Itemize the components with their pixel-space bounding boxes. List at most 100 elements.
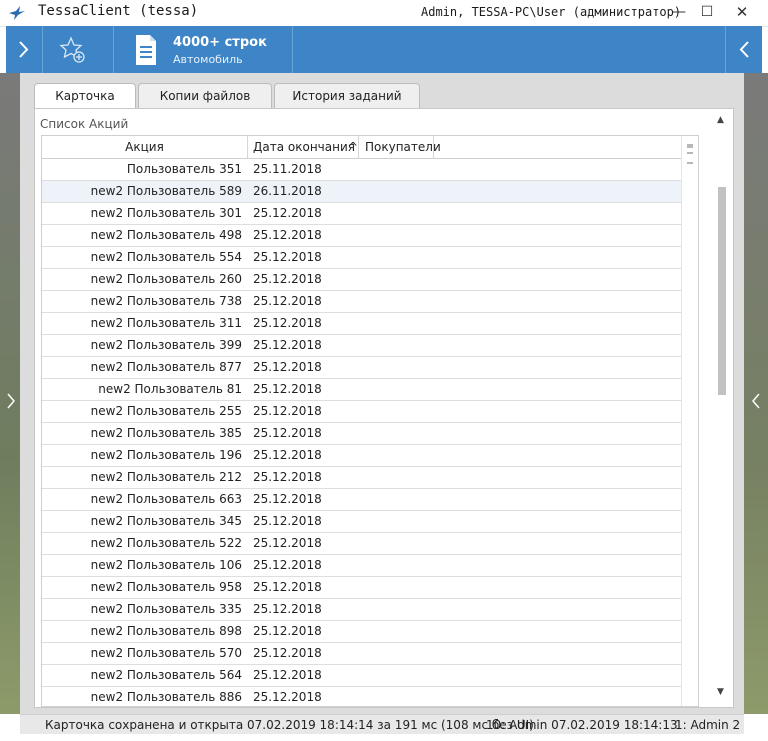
table-row[interactable]: new2 Пользователь 663 25.12.2018 [42, 489, 682, 511]
cell-end-date: 25.11.2018 [253, 162, 322, 176]
cell-action: new2 Пользователь 399 [90, 338, 242, 352]
tab-task-history[interactable]: История заданий [274, 83, 420, 108]
table-row[interactable]: new2 Пользователь 260 25.12.2018 [42, 269, 682, 291]
panel-scroll-thumb[interactable] [718, 187, 726, 395]
cell-action: new2 Пользователь 385 [90, 426, 242, 440]
star-add-icon [59, 36, 85, 63]
table-row[interactable]: new2 Пользователь 212 25.12.2018 [42, 467, 682, 489]
table-row[interactable]: new2 Пользователь 522 25.12.2018 [42, 533, 682, 555]
cell-end-date: 25.12.2018 [253, 228, 322, 242]
chevron-right-icon [7, 393, 15, 409]
card-info: 4000+ строк Автомобиль [114, 26, 293, 73]
cell-action: new2 Пользователь 570 [90, 646, 242, 660]
table-header: Акция Дата окончания ^ Покупатели [42, 136, 698, 159]
cell-end-date: 25.12.2018 [253, 426, 322, 440]
tessa-bird-icon [9, 6, 25, 20]
cell-action: new2 Пользователь 212 [90, 470, 242, 484]
minimize-button[interactable]: — [669, 3, 689, 21]
table-row[interactable]: Пользователь 351 25.11.2018 [42, 159, 682, 181]
status-session: 10: Admin 07.02.2019 18:14:13 [486, 718, 678, 732]
cell-action: new2 Пользователь 564 [90, 668, 242, 682]
column-header-buyers[interactable]: Покупатели [360, 136, 441, 158]
status-bar: Карточка сохранена и открыта 07.02.2019 … [20, 714, 744, 735]
cell-action: new2 Пользователь 738 [90, 294, 242, 308]
cell-end-date: 25.12.2018 [253, 250, 322, 264]
scroll-up-icon[interactable]: ▲ [717, 115, 724, 125]
table-row[interactable]: new2 Пользователь 106 25.12.2018 [42, 555, 682, 577]
table-row[interactable]: new2 Пользователь 877 25.12.2018 [42, 357, 682, 379]
cell-action: new2 Пользователь 106 [90, 558, 242, 572]
right-panel-toggle-button[interactable] [725, 26, 762, 73]
table-row[interactable]: new2 Пользователь 385 25.12.2018 [42, 423, 682, 445]
cell-end-date: 25.12.2018 [253, 492, 322, 506]
table-row[interactable]: new2 Пользователь 498 25.12.2018 [42, 225, 682, 247]
cell-action: new2 Пользователь 335 [90, 602, 242, 616]
chevron-right-icon [19, 41, 29, 58]
table-row[interactable]: new2 Пользователь 554 25.12.2018 [42, 247, 682, 269]
table-row[interactable]: new2 Пользователь 81 25.12.2018 [42, 379, 682, 401]
cell-action: Пользователь 351 [126, 162, 242, 176]
table-row[interactable]: new2 Пользователь 738 25.12.2018 [42, 291, 682, 313]
status-connection: 1: Admin 2 [675, 718, 741, 732]
table-row[interactable]: new2 Пользователь 345 25.12.2018 [42, 511, 682, 533]
left-panel-toggle-button[interactable] [6, 26, 43, 73]
left-side-panel[interactable] [0, 73, 20, 714]
cell-action: new2 Пользователь 196 [90, 448, 242, 462]
table-row[interactable]: new2 Пользователь 898 25.12.2018 [42, 621, 682, 643]
panel-scrollbar[interactable]: ▲ ▼ [711, 109, 733, 707]
cell-action: new2 Пользователь 554 [90, 250, 242, 264]
cell-action: new2 Пользователь 898 [90, 624, 242, 638]
table-row[interactable]: new2 Пользователь 570 25.12.2018 [42, 643, 682, 665]
cell-end-date: 25.12.2018 [253, 602, 322, 616]
cell-end-date: 25.12.2018 [253, 536, 322, 550]
cell-end-date: 25.12.2018 [253, 558, 322, 572]
table-row[interactable]: new2 Пользователь 564 25.12.2018 [42, 665, 682, 687]
card-ribbon: 4000+ строк Автомобиль [6, 26, 762, 73]
table-row[interactable]: new2 Пользователь 886 25.12.2018 [42, 687, 682, 706]
chevron-left-icon [752, 393, 760, 409]
table-row[interactable]: new2 Пользователь 958 25.12.2018 [42, 577, 682, 599]
cell-end-date: 25.12.2018 [253, 448, 322, 462]
card-title: 4000+ строк [173, 35, 267, 50]
cell-end-date: 26.11.2018 [253, 184, 322, 198]
cell-end-date: 25.12.2018 [253, 338, 322, 352]
cell-end-date: 25.12.2018 [253, 514, 322, 528]
cell-action: new2 Пользователь 877 [90, 360, 242, 374]
column-header-end-date[interactable]: Дата окончания ^ [248, 136, 359, 158]
card-panel: Список Акций Акция Дата окончания ^ Поку… [34, 108, 734, 708]
table-row[interactable]: new2 Пользователь 196 25.12.2018 [42, 445, 682, 467]
cell-action: new2 Пользователь 958 [90, 580, 242, 594]
table-row[interactable]: new2 Пользователь 589 26.11.2018 [42, 181, 682, 203]
right-side-panel[interactable] [744, 73, 768, 714]
table-scroll-grip[interactable] [687, 144, 693, 164]
document-icon [136, 35, 156, 65]
column-header-action[interactable]: Акция [42, 136, 248, 158]
close-button[interactable]: ✕ [732, 3, 752, 21]
cell-action: new2 Пользователь 81 [98, 382, 242, 396]
cell-end-date: 25.12.2018 [253, 316, 322, 330]
add-to-favorites-button[interactable] [43, 26, 114, 73]
card-content: Карточка Копии файлов История заданий Сп… [20, 73, 744, 714]
table-scrollbar[interactable] [681, 136, 698, 706]
list-title: Список Акций [40, 117, 129, 131]
status-message: Карточка сохранена и открыта 07.02.2019 … [45, 718, 534, 732]
scroll-down-icon[interactable]: ▼ [717, 687, 724, 697]
window-titlebar: TessaClient (tessa) Admin, TESSA-PC\User… [0, 0, 768, 27]
table-row[interactable]: new2 Пользователь 399 25.12.2018 [42, 335, 682, 357]
table-row[interactable]: new2 Пользователь 255 25.12.2018 [42, 401, 682, 423]
maximize-button[interactable]: ☐ [697, 3, 717, 21]
tab-file-copies[interactable]: Копии файлов [138, 83, 272, 108]
cell-action: new2 Пользователь 886 [90, 690, 242, 704]
cell-action: new2 Пользователь 498 [90, 228, 242, 242]
cell-end-date: 25.12.2018 [253, 690, 322, 704]
actions-table: Акция Дата окончания ^ Покупатели Пользо… [41, 135, 699, 707]
tab-card[interactable]: Карточка [34, 83, 136, 109]
table-row[interactable]: new2 Пользователь 311 25.12.2018 [42, 313, 682, 335]
table-row[interactable]: new2 Пользователь 301 25.12.2018 [42, 203, 682, 225]
cell-action: new2 Пользователь 345 [90, 514, 242, 528]
table-row[interactable]: new2 Пользователь 335 25.12.2018 [42, 599, 682, 621]
cell-end-date: 25.12.2018 [253, 624, 322, 638]
cell-action: new2 Пользователь 255 [90, 404, 242, 418]
cell-action: new2 Пользователь 301 [90, 206, 242, 220]
cell-end-date: 25.12.2018 [253, 294, 322, 308]
